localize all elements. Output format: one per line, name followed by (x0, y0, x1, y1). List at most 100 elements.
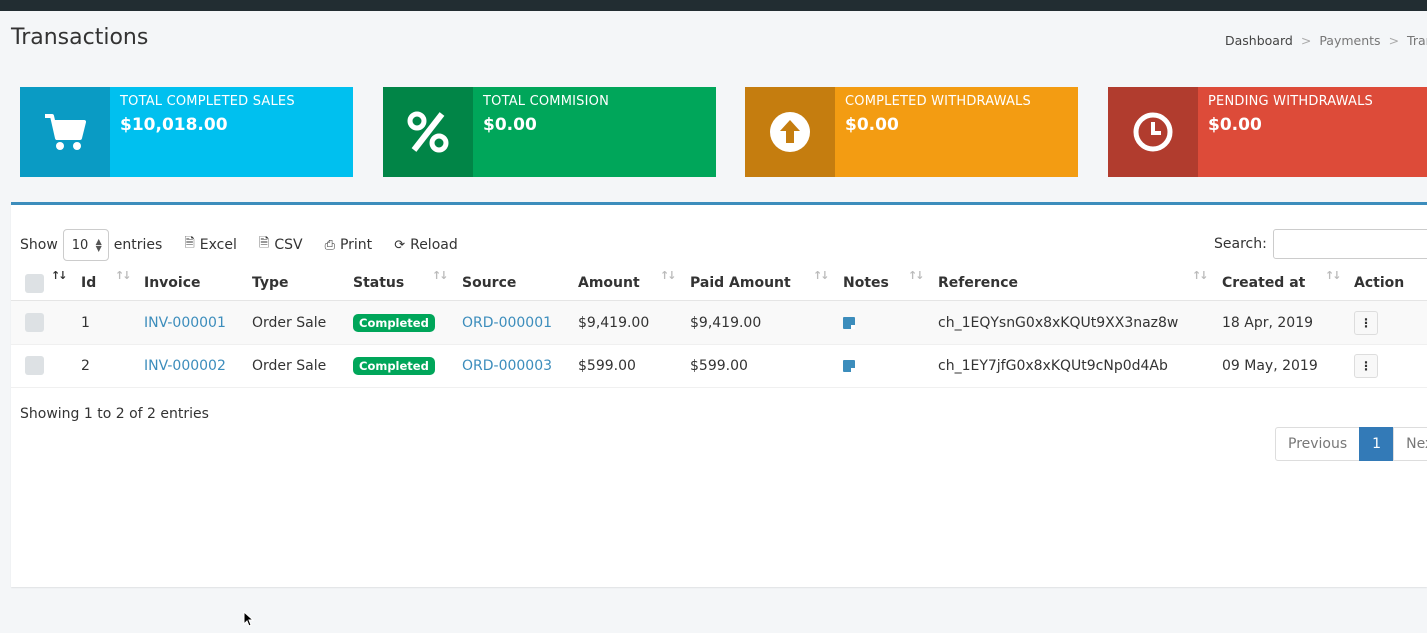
invoice-link[interactable]: INV-000001 (144, 301, 226, 344)
file-excel-icon: 🗎 (184, 236, 195, 251)
search-input[interactable] (1272, 229, 1427, 259)
column-header-paid-amount[interactable]: Paid Amount (690, 266, 791, 300)
cell-id: 1 (81, 314, 90, 331)
status-cell: Completed (353, 344, 435, 387)
cell-amount: $9,419.00 (578, 314, 650, 331)
entries-label: entries (113, 237, 163, 253)
csv-label: CSV (274, 237, 303, 253)
table-header: ↑↓ Id ↑↓ Invoice Type Status ↑↓ Source A… (11, 266, 1427, 302)
column-header-amount[interactable]: Amount (578, 266, 640, 300)
select-all-cell (25, 266, 44, 300)
excel-label: Excel (199, 237, 237, 253)
note-icon[interactable] (843, 316, 855, 329)
row-select-cell (25, 344, 44, 387)
printer-icon: ⎙ (324, 237, 335, 253)
box-label: PENDING WITHDRAWALS (1208, 94, 1373, 109)
breadcrumb-dashboard[interactable]: Dashboard (1225, 33, 1293, 48)
column-header-invoice[interactable]: Invoice (144, 266, 201, 300)
refresh-icon: ⟳ (394, 237, 406, 253)
table-row: 1 INV-000001 Order Sale Completed ORD-00… (11, 301, 1427, 345)
column-header-type[interactable]: Type (252, 266, 289, 300)
breadcrumb: Dashboard>Payments>Transact (1225, 33, 1427, 48)
next-page-button[interactable]: Next (1393, 427, 1427, 461)
sort-icon[interactable]: ↑↓ (660, 269, 677, 282)
box-value: $0.00 (845, 115, 899, 136)
more-options-icon[interactable]: ⋮ (1354, 310, 1378, 335)
row-checkbox[interactable] (25, 356, 44, 375)
sort-desc-icon[interactable]: ↑↓ (51, 269, 68, 282)
transactions-panel: Show 10 ▲ ▼ entries 🗎 Excel 🗎 CSV ⎙ Print ⟳ R… (11, 202, 1427, 587)
percent-icon (383, 87, 473, 177)
cell-type: Order Sale (252, 357, 327, 374)
source-link[interactable]: ORD-000003 (462, 344, 552, 387)
sort-icon[interactable]: ↑↓ (908, 269, 925, 282)
table-row: 2 INV-000002 Order Sale Completed ORD-00… (11, 344, 1427, 388)
cell-created-at: 18 Apr, 2019 (1222, 314, 1314, 331)
more-options-icon[interactable]: ⋮ (1354, 353, 1378, 378)
cell-created-at: 09 May, 2019 (1222, 357, 1318, 374)
action-cell: ⋮ (1354, 301, 1378, 344)
row-checkbox[interactable] (25, 313, 44, 332)
column-header-notes[interactable]: Notes (843, 266, 889, 300)
page-title: Transactions (11, 25, 149, 50)
completed-withdrawals-box: COMPLETED WITHDRAWALS $0.00 (745, 87, 1078, 177)
print-button[interactable]: ⎙ Print (325, 237, 373, 253)
sort-icon[interactable]: ↑↓ (432, 269, 449, 282)
top-navbar (0, 0, 1427, 11)
reload-label: Reload (410, 237, 458, 253)
breadcrumb-payments[interactable]: Payments (1319, 33, 1380, 48)
status-badge: Completed (353, 356, 435, 375)
page-button-current[interactable]: 1 (1359, 427, 1395, 461)
cell-reference: ch_1EQYsnG0x8xKQUt9XX3naz8w (938, 314, 1179, 331)
cell-paid-amount: $9,419.00 (690, 314, 762, 331)
breadcrumb-transactions: Transact (1407, 33, 1427, 48)
excel-button[interactable]: 🗎 Excel (184, 234, 237, 256)
cell-type: Order Sale (252, 314, 327, 331)
column-header-id[interactable]: Id (81, 266, 96, 300)
print-label: Print (339, 237, 373, 253)
cell-amount: $599.00 (578, 357, 636, 374)
source-link[interactable]: ORD-000001 (462, 301, 552, 344)
table-info: Showing 1 to 2 of 2 entries (20, 406, 209, 422)
column-header-action: Action (1354, 275, 1405, 291)
search-label: Search: (1214, 236, 1267, 252)
shopping-cart-icon (20, 87, 110, 177)
sort-icon[interactable]: ↑↓ (1192, 269, 1209, 282)
clock-icon (1108, 87, 1198, 177)
box-label: TOTAL COMPLETED SALES (120, 94, 295, 109)
row-select-cell (25, 301, 44, 344)
box-value: $10,018.00 (120, 115, 228, 136)
sort-icon[interactable]: ↑↓ (813, 269, 830, 282)
column-header-status[interactable]: Status (353, 266, 404, 300)
sort-icon[interactable]: ↑↓ (1325, 269, 1342, 282)
arrow-circle-up-icon (745, 87, 835, 177)
column-header-source[interactable]: Source (462, 266, 516, 300)
select-arrows-icon: ▲ ▼ (95, 237, 102, 253)
action-cell: ⋮ (1354, 344, 1378, 387)
cell-paid-amount: $599.00 (690, 357, 748, 374)
notes-cell (843, 301, 855, 344)
sort-icon[interactable]: ↑↓ (115, 269, 132, 282)
cell-id: 2 (81, 357, 90, 374)
status-cell: Completed (353, 301, 435, 344)
csv-button[interactable]: 🗎 CSV (259, 234, 303, 256)
total-completed-sales-box: TOTAL COMPLETED SALES $10,018.00 (20, 87, 353, 177)
box-value: $0.00 (483, 115, 537, 136)
select-all-checkbox[interactable] (25, 273, 44, 293)
entries-select[interactable]: 10 ▲ ▼ (62, 229, 109, 261)
box-label: COMPLETED WITHDRAWALS (845, 94, 1031, 109)
previous-page-button[interactable]: Previous (1275, 427, 1361, 461)
column-header-reference[interactable]: Reference (938, 266, 1018, 300)
box-value: $0.00 (1208, 115, 1262, 136)
notes-cell (843, 344, 855, 387)
pagination: Previous 1 Next (1275, 427, 1427, 461)
search-group: Search: (1214, 229, 1427, 259)
total-commision-box: TOTAL COMMISION $0.00 (383, 87, 716, 177)
reload-button[interactable]: ⟳ Reload (394, 237, 458, 253)
cell-reference: ch_1EY7jfG0x8xKQUt9cNp0d4Ab (938, 357, 1168, 374)
note-icon[interactable] (843, 359, 855, 372)
pending-withdrawals-box: PENDING WITHDRAWALS $0.00 (1108, 87, 1427, 177)
entries-value: 10 (71, 237, 89, 253)
column-header-created-at[interactable]: Created at (1222, 266, 1305, 300)
invoice-link[interactable]: INV-000002 (144, 344, 226, 387)
